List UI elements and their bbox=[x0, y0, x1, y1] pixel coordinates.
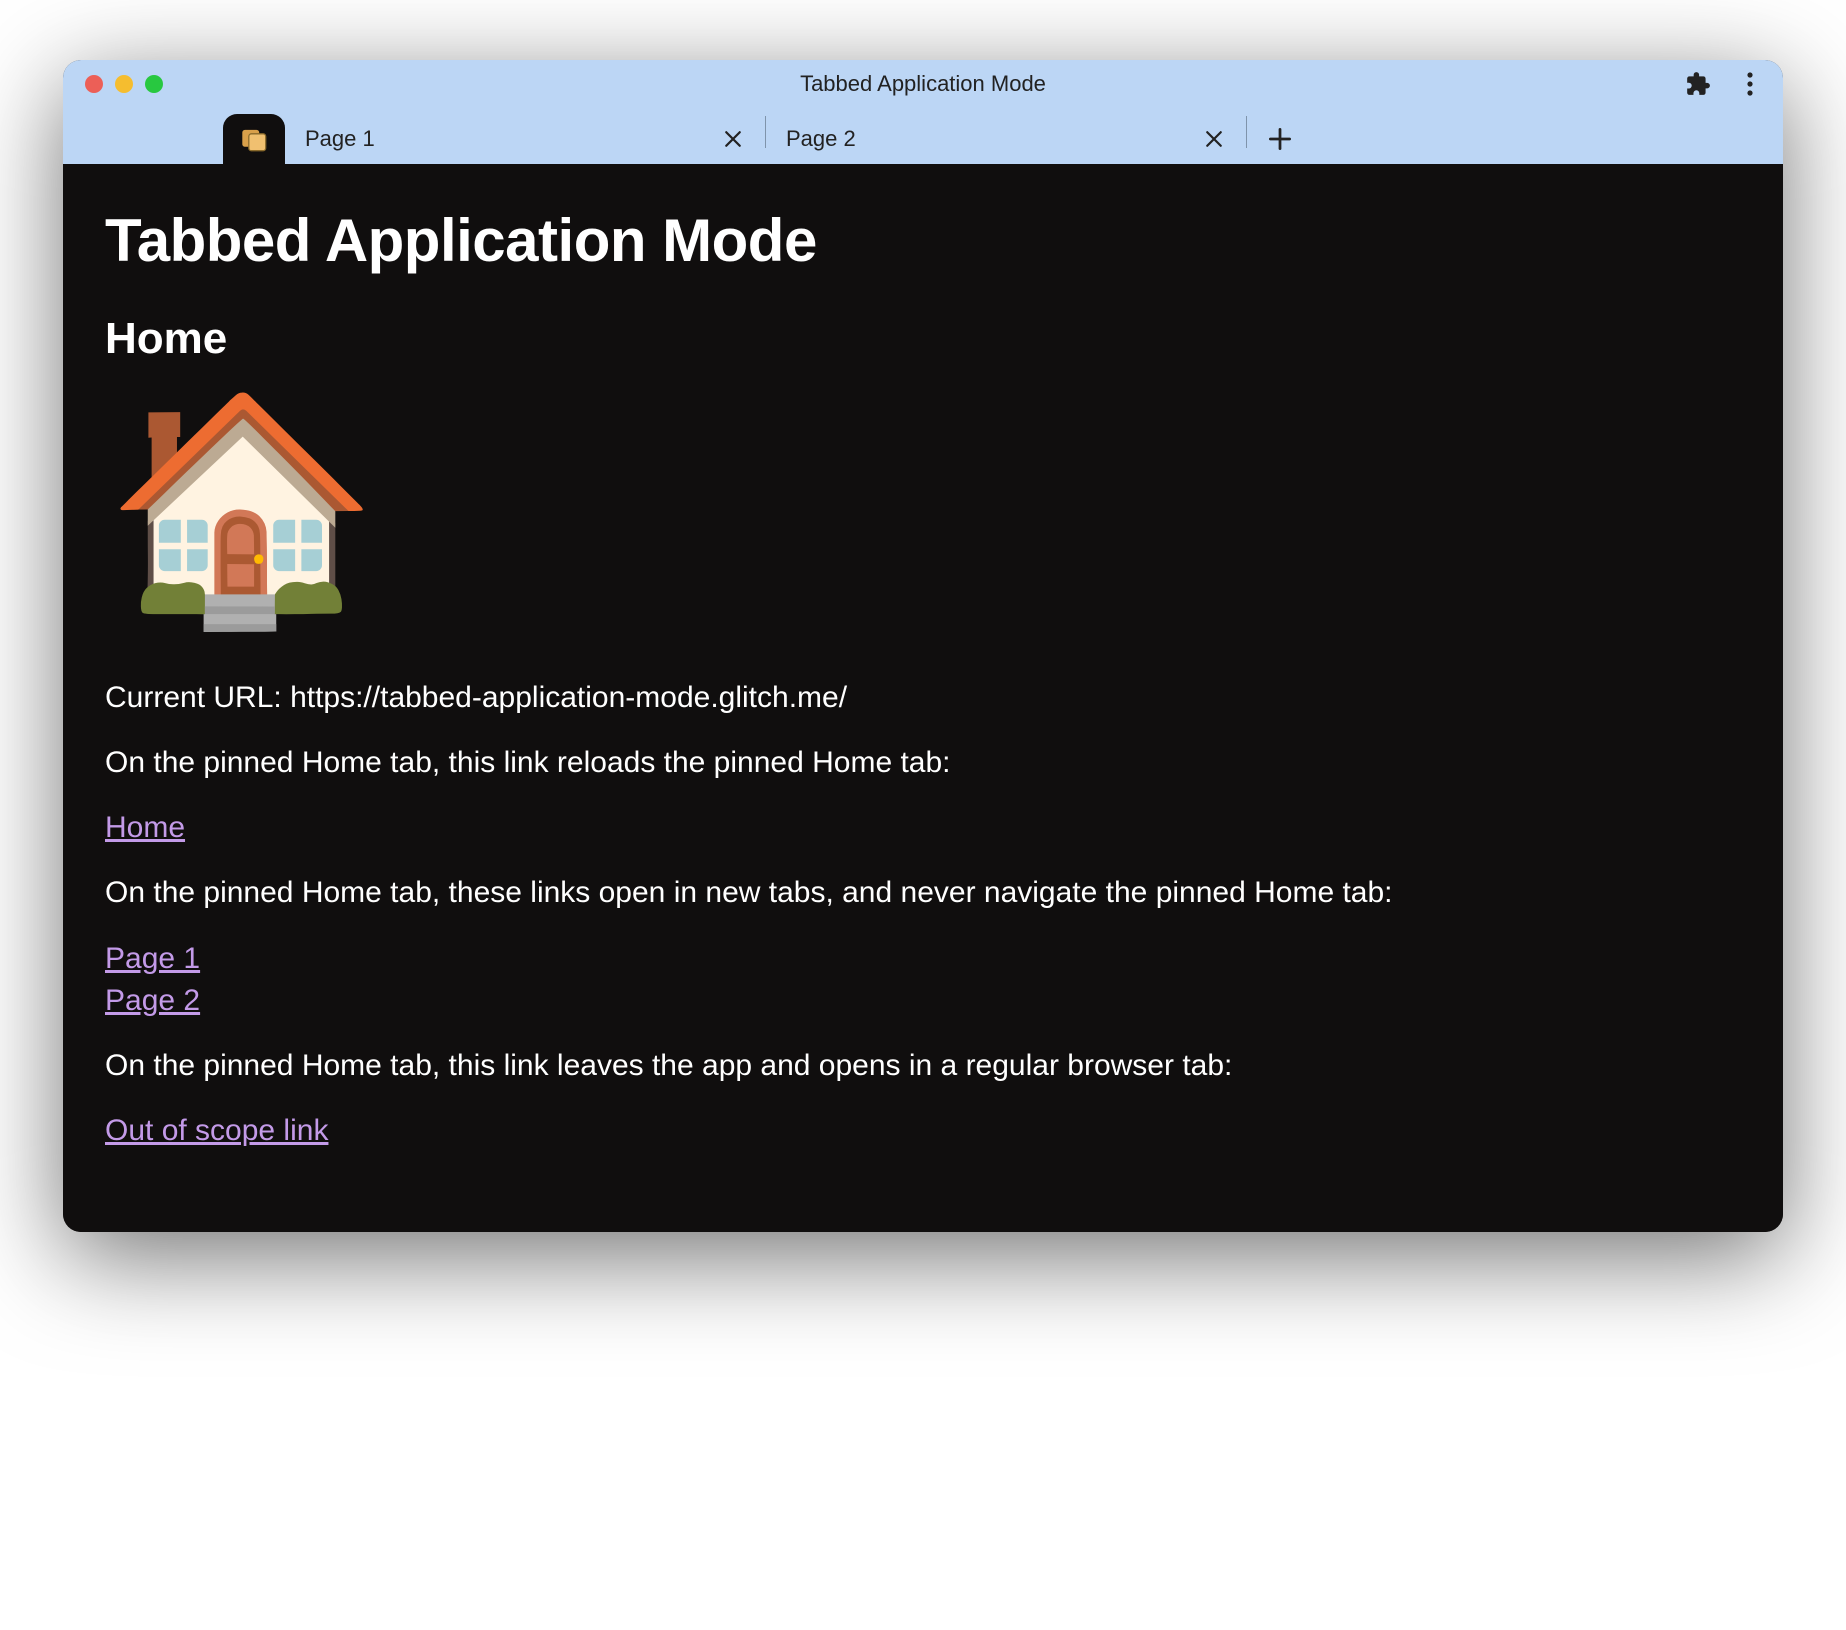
maximize-window-button[interactable] bbox=[145, 75, 163, 93]
new-tab-button[interactable] bbox=[1255, 114, 1305, 164]
close-tab-icon[interactable] bbox=[1202, 127, 1226, 151]
tab-separator bbox=[1246, 116, 1247, 148]
title-bar: Tabbed Application Mode bbox=[63, 60, 1783, 108]
tab-label: Page 2 bbox=[786, 126, 1188, 152]
close-tab-icon[interactable] bbox=[721, 127, 745, 151]
out-of-scope-link[interactable]: Out of scope link bbox=[105, 1110, 328, 1152]
house-icon: 🏠 bbox=[105, 398, 1741, 618]
tab-label: Page 1 bbox=[305, 126, 707, 152]
title-bar-actions bbox=[1683, 69, 1765, 99]
current-url-value: https://tabbed-application-mode.glitch.m… bbox=[290, 681, 847, 714]
page-1-link[interactable]: Page 1 bbox=[105, 938, 200, 980]
current-url-label: Current URL: bbox=[105, 681, 290, 714]
app-window: Tabbed Application Mode Page 1 Page 2 bbox=[63, 60, 1783, 1232]
window-title: Tabbed Application Mode bbox=[800, 71, 1046, 97]
newtab-links-intro: On the pinned Home tab, these links open… bbox=[105, 873, 1741, 914]
current-url-line: Current URL: https://tabbed-application-… bbox=[105, 678, 1741, 719]
tab-page-2[interactable]: Page 2 bbox=[766, 114, 1246, 164]
page-2-link[interactable]: Page 2 bbox=[105, 980, 200, 1022]
tab-strip: Page 1 Page 2 bbox=[63, 108, 1783, 164]
pinned-home-tab[interactable] bbox=[223, 114, 285, 164]
page-title: Tabbed Application Mode bbox=[105, 200, 1741, 281]
minimize-window-button[interactable] bbox=[115, 75, 133, 93]
tabs-icon bbox=[241, 126, 267, 152]
close-window-button[interactable] bbox=[85, 75, 103, 93]
page-content: Tabbed Application Mode Home 🏠 Current U… bbox=[63, 164, 1783, 1232]
home-link-intro: On the pinned Home tab, this link reload… bbox=[105, 743, 1741, 784]
more-menu-icon[interactable] bbox=[1735, 69, 1765, 99]
outscope-link-intro: On the pinned Home tab, this link leaves… bbox=[105, 1046, 1741, 1087]
tab-page-1[interactable]: Page 1 bbox=[285, 114, 765, 164]
home-link[interactable]: Home bbox=[105, 807, 185, 849]
extensions-icon[interactable] bbox=[1683, 69, 1713, 99]
window-controls bbox=[85, 75, 163, 93]
page-subtitle: Home bbox=[105, 309, 1741, 368]
